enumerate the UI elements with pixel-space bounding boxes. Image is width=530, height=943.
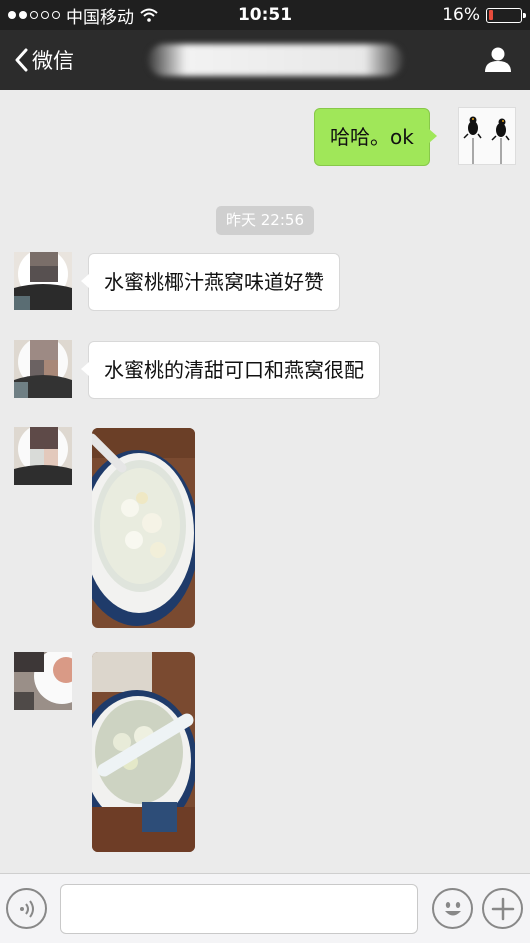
contact-avatar[interactable] [14,252,72,310]
emoji-icon [444,901,461,915]
profile-button[interactable] [484,45,512,77]
message-bubble-incoming[interactable]: 水蜜桃的清甜可口和燕窝很配 [81,341,380,399]
message-bubble-incoming[interactable]: 水蜜桃椰汁燕窝味道好赞 [81,253,340,311]
contact-avatar[interactable] [14,427,72,485]
back-button[interactable]: 微信 [0,45,74,75]
status-bar: 中国移动 10:51 16% [0,0,530,30]
dessert-photo [92,428,195,628]
battery-fill [488,10,494,20]
status-right: 16% [442,5,526,25]
status-left: 中国移动 [8,3,158,28]
signal-icon [8,11,60,19]
battery-icon [486,7,526,23]
contact-avatar-image [14,427,72,485]
back-label: 微信 [32,49,74,73]
my-avatar[interactable] [458,107,516,165]
contact-avatar-image [14,252,72,310]
contact-avatar-image [14,652,72,710]
contact-avatar-image [14,340,72,398]
bird-avatar-image [459,108,515,164]
profile-icon [485,47,511,72]
timestamp-label: 昨天 22:56 [216,206,314,235]
battery-percent: 16% [442,5,480,25]
chat-area[interactable]: 哈哈。ok 昨天 22:56 水蜜桃椰汁燕窝味道好赞 水蜜桃的清甜可口和燕窝很配 [0,90,530,873]
photo-message[interactable] [92,652,195,852]
wifi-icon [140,8,158,22]
message-input[interactable] [60,884,418,934]
input-bar [0,873,530,943]
message-bubble-outgoing[interactable]: 哈哈。ok [314,108,437,166]
contact-avatar[interactable] [14,652,72,710]
voice-icon [19,899,34,918]
dessert-photo [92,652,195,852]
contact-avatar[interactable] [14,340,72,398]
chat-title-blurred [148,44,403,76]
back-chevron-icon [15,48,28,72]
nav-bar: 微信 [0,30,530,90]
plus-button[interactable] [482,888,523,929]
photo-message[interactable] [92,428,195,628]
voice-button[interactable] [6,888,47,929]
carrier-label: 中国移动 [66,7,134,28]
plus-icon [491,897,514,920]
emoji-button[interactable] [432,888,473,929]
